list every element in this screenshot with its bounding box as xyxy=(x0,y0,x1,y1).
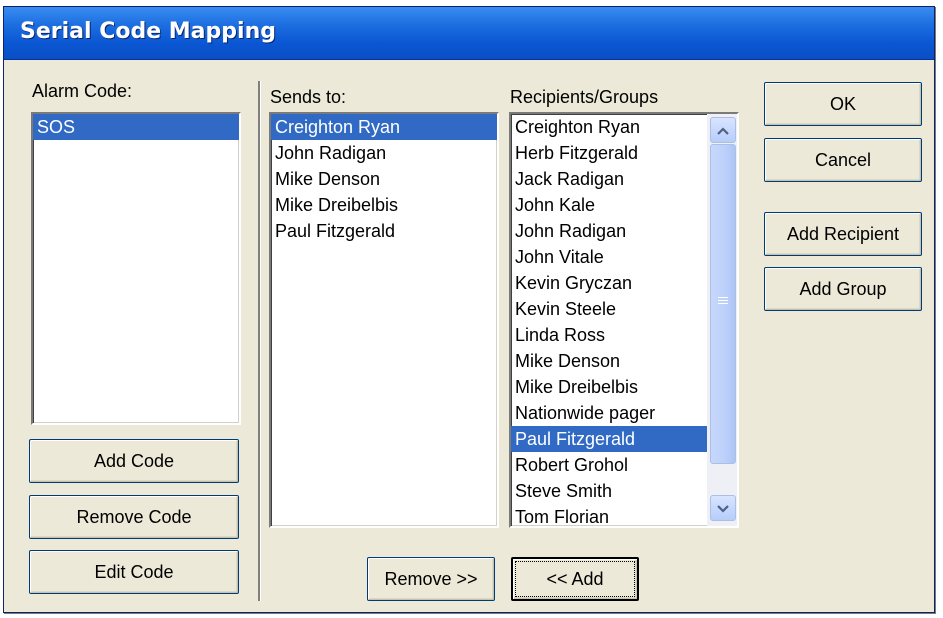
recipient-item[interactable]: John Vitale xyxy=(511,244,707,270)
recipient-item[interactable]: Mike Dreibelbis xyxy=(511,374,707,400)
chevron-up-icon xyxy=(717,122,729,138)
recipient-item[interactable]: Jack Radigan xyxy=(511,166,707,192)
add-code-button[interactable]: Add Code xyxy=(29,439,239,483)
remove-code-button[interactable]: Remove Code xyxy=(29,495,239,539)
chevron-down-icon xyxy=(717,500,729,516)
recipient-item[interactable]: Mike Denson xyxy=(511,348,707,374)
recipient-item[interactable]: Kevin Gryczan xyxy=(511,270,707,296)
recipient-item[interactable]: John Kale xyxy=(511,192,707,218)
sends-to-item[interactable]: Creighton Ryan xyxy=(271,114,497,140)
remove-button[interactable]: Remove >> xyxy=(367,557,495,601)
recipient-item[interactable]: Paul Fitzgerald xyxy=(511,426,707,452)
sends-to-item[interactable]: Mike Dreibelbis xyxy=(271,192,497,218)
recipient-item[interactable]: Herb Fitzgerald xyxy=(511,140,707,166)
recipient-item[interactable]: John Radigan xyxy=(511,218,707,244)
recipient-item[interactable]: Robert Grohol xyxy=(511,452,707,478)
scroll-down-button[interactable] xyxy=(710,495,736,521)
recipients-groups-list[interactable]: Creighton Ryan Herb Fitzgerald Jack Radiga… xyxy=(511,114,707,526)
scroll-thumb[interactable] xyxy=(710,144,736,464)
add-button[interactable]: << Add xyxy=(511,557,639,601)
sends-to-item[interactable]: Paul Fitzgerald xyxy=(271,218,497,244)
title-bar[interactable]: Serial Code Mapping xyxy=(4,7,934,60)
recipient-item[interactable]: Creighton Ryan xyxy=(511,114,707,140)
sends-to-list[interactable]: Creighton Ryan John Radigan Mike Denson Mik… xyxy=(269,112,499,528)
sends-to-item[interactable]: Mike Denson xyxy=(271,166,497,192)
ok-button[interactable]: OK xyxy=(764,82,922,126)
alarm-code-list[interactable]: SOS xyxy=(31,112,241,425)
edit-code-button[interactable]: Edit Code xyxy=(29,550,239,594)
grip-icon xyxy=(718,297,728,298)
recipient-item[interactable]: Tom Florian xyxy=(511,504,707,526)
recipient-item[interactable]: Kevin Steele xyxy=(511,296,707,322)
recipient-item[interactable]: Linda Ross xyxy=(511,322,707,348)
recipient-item[interactable]: Nationwide pager xyxy=(511,400,707,426)
add-recipient-button[interactable]: Add Recipient xyxy=(764,212,922,256)
window-title: Serial Code Mapping xyxy=(20,19,276,44)
sends-to-item[interactable]: John Radigan xyxy=(271,140,497,166)
recipients-groups-listbox[interactable]: Creighton Ryan Herb Fitzgerald Jack Radiga… xyxy=(509,112,739,528)
scroll-up-button[interactable] xyxy=(710,117,736,143)
alarm-code-item[interactable]: SOS xyxy=(33,114,239,140)
serial-code-mapping-dialog: Serial Code Mapping Alarm Code: SOS Add … xyxy=(3,6,935,613)
add-group-button[interactable]: Add Group xyxy=(764,267,922,311)
vertical-divider xyxy=(258,81,261,601)
alarm-code-label: Alarm Code: xyxy=(32,81,133,101)
cancel-button[interactable]: Cancel xyxy=(764,138,922,182)
sends-to-label: Sends to: xyxy=(270,87,347,107)
recipients-groups-label: Recipients/Groups xyxy=(510,87,659,107)
recipient-item[interactable]: Steve Smith xyxy=(511,478,707,504)
recipients-scrollbar[interactable] xyxy=(707,114,737,526)
